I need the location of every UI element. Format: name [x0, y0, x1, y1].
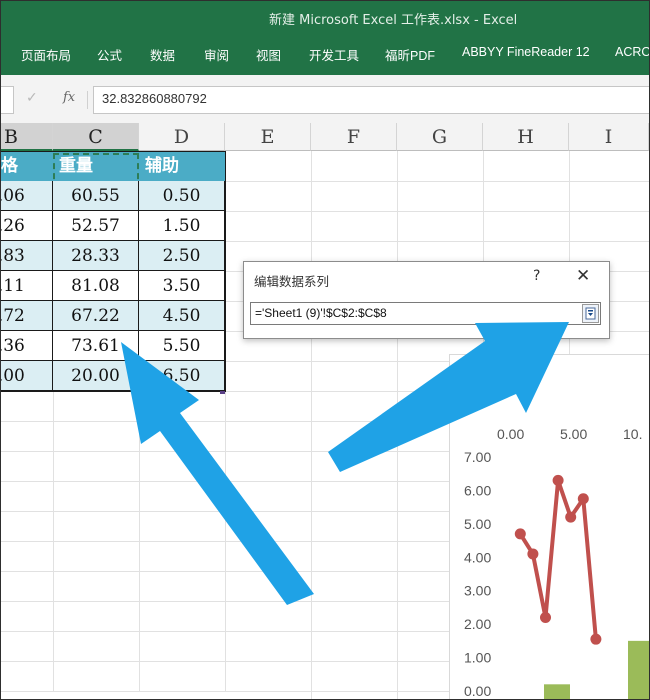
y-tick-label: 3.00 — [464, 583, 491, 599]
helper-cell[interactable]: 2.50 — [139, 241, 225, 271]
y-tick-label: 7.00 — [464, 449, 491, 465]
x-tick-label: 0.00 — [497, 426, 524, 442]
series-point[interactable] — [527, 548, 539, 560]
series-values-input[interactable]: ='Sheet1 (9)'!$C$2:$C$8 — [250, 302, 601, 325]
window-title: 新建 Microsoft Excel 工作表.xlsx - Excel — [269, 13, 518, 28]
x-tick-label: 10. — [623, 426, 642, 442]
tab-abbyy[interactable]: ABBYY FineReader 12 — [462, 45, 590, 59]
y-tick-label: 6.00 — [464, 482, 491, 498]
column-header-h[interactable]: H — [483, 123, 569, 151]
confirm-icon[interactable]: ✓ — [26, 90, 38, 106]
series-values-text: ='Sheet1 (9)'!$C$2:$C$8 — [255, 306, 387, 320]
collapse-dialog-button[interactable] — [582, 304, 599, 323]
gridline — [53, 391, 54, 691]
gridline — [139, 391, 140, 691]
helper-cell[interactable]: 6.50 — [139, 361, 225, 391]
collapse-icon — [585, 307, 596, 320]
dialog-title: 编辑数据系列 — [254, 274, 330, 289]
price-cell[interactable]: 7.36 — [1, 331, 53, 361]
tab-view[interactable]: 视图 — [256, 45, 281, 64]
ribbon-tabs: 页面布局 公式 数据 审阅 视图 开发工具 福昕PDF ABBYY FineRe… — [1, 35, 649, 75]
gridline — [225, 391, 226, 691]
price-cell[interactable]: 6.72 — [1, 301, 53, 331]
series-point[interactable] — [577, 493, 589, 505]
formula-bar: ✓ fx 32.832860880792 — [1, 75, 649, 124]
gridline — [397, 151, 398, 699]
gridline — [225, 181, 649, 182]
excel-window: 新建 Microsoft Excel 工作表.xlsx - Excel 页面布局… — [0, 0, 650, 700]
gridline — [225, 211, 649, 212]
tab-foxit-pdf[interactable]: 福昕PDF — [385, 45, 435, 64]
line-chart[interactable]: 7.00 6.00 5.00 4.00 3.00 2.00 1.00 0.00 0.00 5.00… — [449, 354, 650, 700]
formula-value: 32.832860880792 — [102, 91, 207, 106]
title-bar: 新建 Microsoft Excel 工作表.xlsx - Excel — [1, 1, 649, 35]
helper-cell[interactable]: 4.50 — [139, 301, 225, 331]
weight-cell[interactable]: 73.61 — [53, 331, 139, 361]
formula-input[interactable]: 32.832860880792 — [93, 86, 649, 114]
price-cell[interactable]: 2.00 — [1, 361, 53, 391]
series-point[interactable] — [590, 633, 602, 645]
helper-cell[interactable]: 0.50 — [139, 181, 225, 211]
price-cell[interactable]: 6.06 — [1, 181, 53, 211]
tab-page-layout[interactable]: 页面布局 — [21, 45, 71, 64]
price-cell[interactable]: 5.26 — [1, 211, 53, 241]
weight-cell[interactable]: 67.22 — [53, 301, 139, 331]
formula-separator — [87, 91, 88, 109]
close-button[interactable]: ✕ — [576, 266, 590, 286]
gridline — [225, 241, 649, 242]
tab-acrobat[interactable]: ACRO — [615, 45, 649, 59]
weight-cell[interactable]: 20.00 — [53, 361, 139, 391]
name-box[interactable] — [1, 86, 14, 114]
column-header-e[interactable]: E — [225, 123, 311, 151]
column-header-c[interactable]: C — [53, 123, 139, 151]
price-cell[interactable]: 2.83 — [1, 241, 53, 271]
weight-cell[interactable]: 52.57 — [53, 211, 139, 241]
tab-data[interactable]: 数据 — [150, 45, 175, 64]
x-tick-label: 5.00 — [560, 426, 587, 442]
series-line[interactable] — [518, 478, 598, 640]
tab-developer[interactable]: 开发工具 — [309, 45, 359, 64]
weight-cell[interactable]: 28.33 — [53, 241, 139, 271]
y-tick-label: 4.00 — [464, 549, 491, 565]
tab-formulas[interactable]: 公式 — [97, 45, 122, 64]
helper-cell[interactable]: 3.50 — [139, 271, 225, 301]
column-header-d[interactable]: D — [139, 123, 225, 151]
help-button[interactable]: ? — [533, 268, 540, 284]
price-cell[interactable]: 8.11 — [1, 271, 53, 301]
y-tick-label: 2.00 — [464, 616, 491, 632]
edit-series-dialog: 编辑数据系列 ? ✕ ='Sheet1 (9)'!$C$2:$C$8 — [243, 261, 610, 339]
insert-function-icon[interactable]: fx — [63, 90, 75, 105]
y-tick-label: 0.00 — [464, 683, 491, 699]
chart-svg: 7.00 6.00 5.00 4.00 3.00 2.00 1.00 0.00 0.00 5.00… — [464, 426, 650, 700]
y-tick-label: 5.00 — [464, 516, 491, 532]
series-point[interactable] — [514, 528, 526, 540]
weight-cell[interactable]: 60.55 — [53, 181, 139, 211]
helper-cell[interactable]: 1.50 — [139, 211, 225, 241]
column-header-i[interactable]: I — [569, 123, 649, 151]
tab-review[interactable]: 审阅 — [204, 45, 229, 64]
y-tick-label: 1.00 — [464, 650, 491, 666]
weight-cell[interactable]: 81.08 — [53, 271, 139, 301]
column-header-g[interactable]: G — [397, 123, 483, 151]
helper-cell[interactable]: 5.50 — [139, 331, 225, 361]
chart-bar[interactable] — [628, 640, 650, 700]
series-point[interactable] — [552, 474, 564, 486]
series-point[interactable] — [540, 611, 551, 623]
column-header-b[interactable]: B — [1, 123, 53, 151]
series-point[interactable] — [565, 511, 577, 523]
column-header-f[interactable]: F — [311, 123, 397, 151]
chart-bar[interactable] — [544, 684, 570, 700]
